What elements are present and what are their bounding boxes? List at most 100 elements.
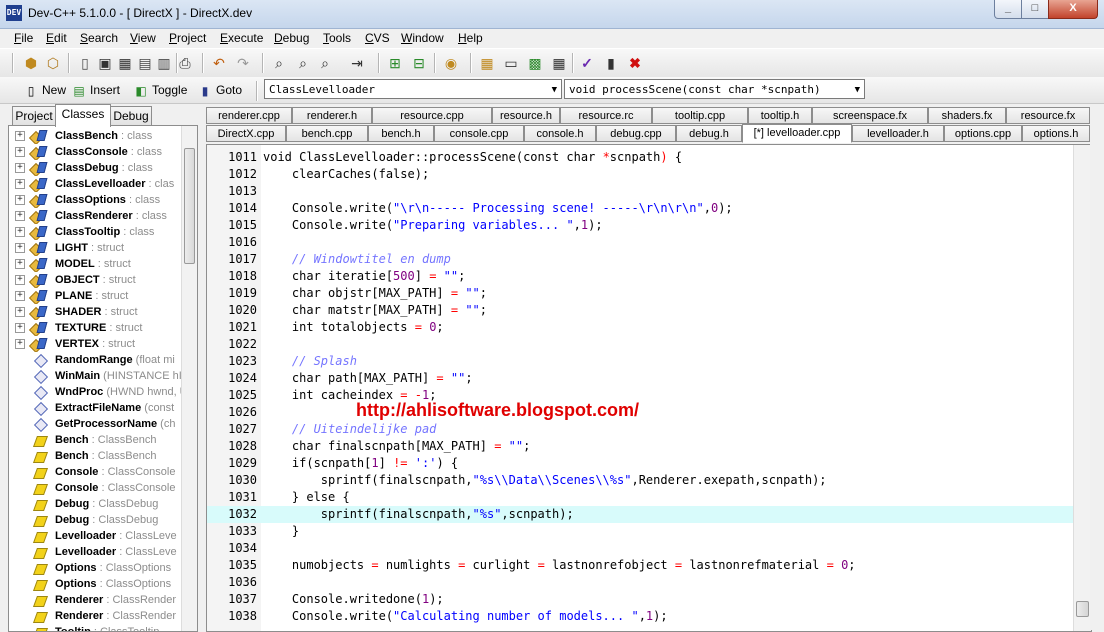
menu-project[interactable]: Project <box>169 31 206 45</box>
tree-item[interactable]: + ClassConsole : class <box>9 144 181 160</box>
maximize-button[interactable]: □ <box>1021 0 1049 19</box>
menu-help[interactable]: Help <box>458 31 483 45</box>
expand-icon[interactable]: + <box>15 259 25 269</box>
code-line[interactable]: 1013 <box>207 183 1073 200</box>
tree-item[interactable]: Renderer : ClassRender <box>9 592 181 608</box>
tree-item[interactable]: Options : ClassOptions <box>9 560 181 576</box>
close-button[interactable]: X <box>1048 0 1098 19</box>
menu-tools[interactable]: Tools <box>323 31 351 45</box>
file-tab[interactable]: renderer.h <box>292 107 372 124</box>
compile-run-icon[interactable]: ▩ <box>526 54 544 72</box>
tree-item[interactable]: + ClassOptions : class <box>9 192 181 208</box>
tree-item[interactable]: GetProcessorName (ch <box>9 416 181 432</box>
tree-item[interactable]: Options : ClassOptions <box>9 576 181 592</box>
file-tab[interactable]: bench.h <box>368 125 434 142</box>
code-line[interactable]: 1026 <box>207 404 1073 421</box>
file-tab[interactable]: renderer.cpp <box>206 107 292 124</box>
check-syntax-icon[interactable]: ✓ <box>578 54 596 72</box>
code-line[interactable]: 1015 Console.write("Preparing variables.… <box>207 217 1073 234</box>
find-next-icon[interactable]: ⌕ <box>316 54 334 72</box>
file-tab[interactable]: resource.rc <box>560 107 652 124</box>
menu-execute[interactable]: Execute <box>220 31 263 45</box>
tree-item[interactable]: Console : ClassConsole <box>9 480 181 496</box>
code-line[interactable]: 1029 if(scnpath[1] != ':') { <box>207 455 1073 472</box>
add-to-project-icon[interactable]: ⊞ <box>386 54 404 72</box>
code-line[interactable]: 1019 char objstr[MAX_PATH] = ""; <box>207 285 1073 302</box>
replace-icon[interactable]: ⌕ <box>294 54 312 72</box>
code-line[interactable]: 1020 char matstr[MAX_PATH] = ""; <box>207 302 1073 319</box>
insert-button[interactable]: ▤ Insert <box>72 82 120 98</box>
toggle-bookmark-button[interactable]: ◧ Toggle <box>134 82 187 98</box>
tree-item[interactable]: + ClassBench : class <box>9 128 181 144</box>
code-line[interactable]: 1024 char path[MAX_PATH] = ""; <box>207 370 1073 387</box>
file-tab[interactable]: resource.h <box>492 107 560 124</box>
tree-item[interactable]: Bench : ClassBench <box>9 448 181 464</box>
expand-icon[interactable]: + <box>15 339 25 349</box>
tab-debug[interactable]: Debug <box>110 106 152 126</box>
code-line[interactable]: 1016 <box>207 234 1073 251</box>
profile-icon[interactable]: ▮ <box>602 54 620 72</box>
file-tab[interactable]: options.h <box>1022 125 1090 142</box>
close-all-icon[interactable]: ▥ <box>155 54 173 72</box>
file-tab[interactable]: options.cpp <box>944 125 1022 142</box>
tree-item[interactable]: RandomRange (float mi <box>9 352 181 368</box>
tree-item[interactable]: + VERTEX : struct <box>9 336 181 352</box>
new-project-icon[interactable]: ⬢ <box>22 54 40 72</box>
menu-debug[interactable]: Debug <box>274 31 309 45</box>
tree-item[interactable]: + ClassTooltip : class <box>9 224 181 240</box>
expand-icon[interactable]: + <box>15 291 25 301</box>
code-line[interactable]: 1033 } <box>207 523 1073 540</box>
tree-item[interactable]: Debug : ClassDebug <box>9 512 181 528</box>
method-select[interactable]: void processScene(const char *scnpath) ▼ <box>564 79 865 99</box>
file-tab[interactable]: resource.cpp <box>372 107 492 124</box>
file-tab[interactable]: levelloader.h <box>852 125 944 142</box>
save-icon[interactable]: ▣ <box>96 54 114 72</box>
code-line[interactable]: 1018 char iteratie[500] = ""; <box>207 268 1073 285</box>
expand-icon[interactable]: + <box>15 163 25 173</box>
expand-icon[interactable]: + <box>15 227 25 237</box>
tree-item[interactable]: Renderer : ClassRender <box>9 608 181 624</box>
menu-edit[interactable]: Edit <box>46 31 67 45</box>
rebuild-icon[interactable]: ▦ <box>550 54 568 72</box>
run-icon[interactable]: ▭ <box>502 54 520 72</box>
compile-icon[interactable]: ▦ <box>478 54 496 72</box>
open-project-icon[interactable]: ⬡ <box>44 54 62 72</box>
code-line[interactable]: 1036 <box>207 574 1073 591</box>
tree-item[interactable]: Bench : ClassBench <box>9 432 181 448</box>
tree-item[interactable]: Levelloader : ClassLeve <box>9 544 181 560</box>
file-tab[interactable]: screenspace.fx <box>812 107 928 124</box>
code-line[interactable]: 1017 // Windowtitel en dump <box>207 251 1073 268</box>
file-tab[interactable]: resource.fx <box>1006 107 1090 124</box>
expand-icon[interactable]: + <box>15 131 25 141</box>
tree-item[interactable]: + OBJECT : struct <box>9 272 181 288</box>
tree-item[interactable]: + ClassDebug : class <box>9 160 181 176</box>
code-line[interactable]: 1031 } else { <box>207 489 1073 506</box>
class-select[interactable]: ClassLevelloader ▼ <box>264 79 562 99</box>
tree-item[interactable]: Debug : ClassDebug <box>9 496 181 512</box>
expand-icon[interactable]: + <box>15 211 25 221</box>
tab-classes[interactable]: Classes <box>55 104 111 127</box>
remove-from-project-icon[interactable]: ⊟ <box>410 54 428 72</box>
tree-scroll-thumb[interactable] <box>184 148 195 264</box>
undo-icon[interactable]: ↶ <box>210 54 228 72</box>
code-line[interactable]: 1028 char finalscnpath[MAX_PATH] = ""; <box>207 438 1073 455</box>
expand-icon[interactable]: + <box>15 275 25 285</box>
menu-cvs[interactable]: CVS <box>365 31 390 45</box>
stop-icon[interactable]: ✖ <box>626 54 644 72</box>
new-file-icon[interactable]: ▯ <box>76 54 94 72</box>
file-tab[interactable]: debug.cpp <box>596 125 676 142</box>
code-line[interactable]: 1038 Console.write("Calculating number o… <box>207 608 1073 625</box>
tab-project[interactable]: Project <box>12 106 56 126</box>
redo-icon[interactable]: ↷ <box>234 54 252 72</box>
expand-icon[interactable]: + <box>15 323 25 333</box>
file-tab[interactable]: console.cpp <box>434 125 524 142</box>
expand-icon[interactable]: + <box>15 179 25 189</box>
expand-icon[interactable]: + <box>15 147 25 157</box>
menu-window[interactable]: Window <box>401 31 444 45</box>
code-editor[interactable]: 1011 void ClassLevelloader::processScene(… <box>206 144 1092 632</box>
close-file-icon[interactable]: ▤ <box>136 54 154 72</box>
code-line[interactable]: 1022 <box>207 336 1073 353</box>
code-line[interactable]: 1034 <box>207 540 1073 557</box>
tree-item[interactable]: + TEXTURE : struct <box>9 320 181 336</box>
tree-item[interactable]: + ClassRenderer : class <box>9 208 181 224</box>
